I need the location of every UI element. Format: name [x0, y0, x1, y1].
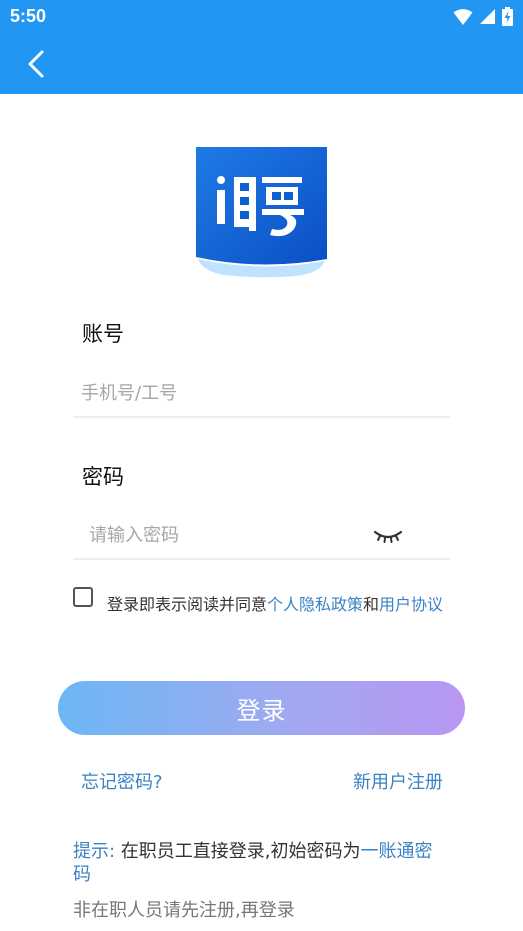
login-tip: 提示: 在职员工直接登录,初始密码为一账通密码 [73, 840, 443, 886]
account-input[interactable] [73, 370, 450, 418]
agreement-conjunction: 和 [363, 595, 380, 614]
register-link[interactable]: 新用户注册 [353, 768, 443, 794]
user-agreement-link[interactable]: 用户协议 [379, 595, 443, 614]
app-bar [0, 34, 523, 94]
wifi-icon [453, 8, 473, 25]
eye-closed-icon[interactable] [372, 524, 404, 546]
chevron-left-icon[interactable] [22, 48, 52, 80]
agreement-prefix: 登录即表示阅读并同意 [107, 595, 268, 614]
status-bar: 5:50 [0, 0, 523, 34]
status-time: 5:50 [10, 6, 47, 26]
tip-non-employee: 非在职人员请先注册,再登录 [73, 900, 295, 921]
privacy-policy-link[interactable]: 个人隐私政策 [267, 595, 363, 614]
agreement-text: 登录即表示阅读并同意个人隐私政策和用户协议 [73, 588, 453, 621]
tip-prefix: 提示: [73, 841, 116, 862]
forgot-password-link[interactable]: 忘记密码? [81, 768, 163, 794]
password-label: 密码 [82, 465, 124, 489]
login-button[interactable]: 登录 [58, 681, 465, 735]
cell-signal-icon [480, 9, 495, 24]
account-label: 账号 [82, 322, 124, 346]
status-icons [453, 7, 513, 26]
app-logo [196, 147, 327, 278]
battery-charging-icon [502, 7, 513, 26]
tip-text: 在职员工直接登录,初始密码为 [115, 841, 361, 862]
